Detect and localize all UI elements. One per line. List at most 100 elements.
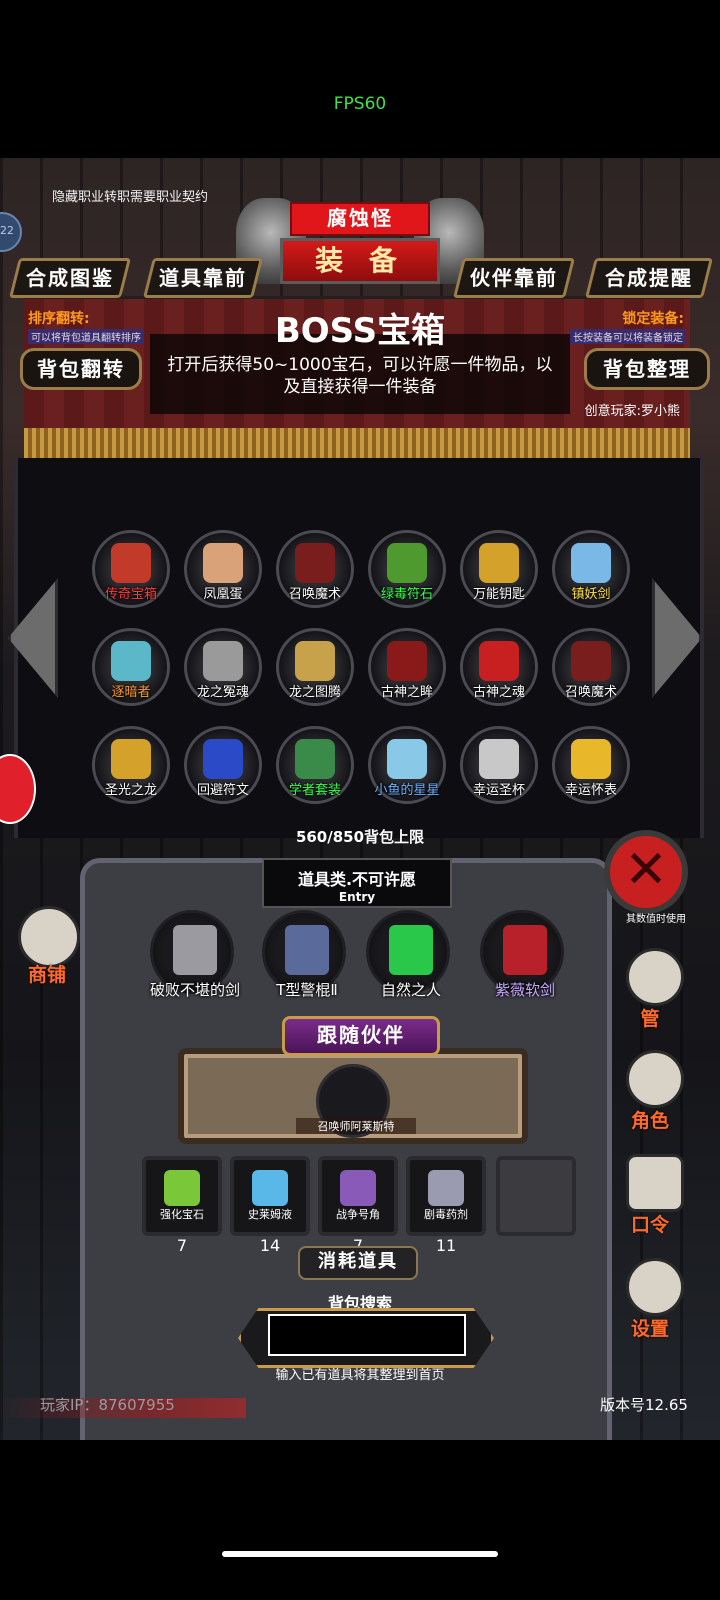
- tab-partners-first[interactable]: 伙伴靠前: [453, 258, 575, 298]
- tab-synthesis-guide[interactable]: 合成图鉴: [9, 258, 131, 298]
- item-label: 镇妖剑: [571, 587, 611, 602]
- category-text: 道具类.不可许愿: [297, 870, 417, 889]
- equipment-icon: [173, 925, 217, 975]
- bag-tidy-button[interactable]: 背包整理: [584, 348, 710, 390]
- inventory-slot[interactable]: 学者套装: [276, 726, 354, 804]
- inventory-slot[interactable]: 幸运圣杯: [460, 726, 538, 804]
- lock-equip-hint: 长按装备可以将装备锁定: [570, 329, 686, 344]
- category-subtext: Entry: [338, 890, 376, 904]
- item-icon: [571, 641, 611, 681]
- consumable-slot[interactable]: 强化宝石: [142, 1156, 222, 1236]
- tab-items-first[interactable]: 道具靠前: [143, 258, 263, 298]
- menu-character[interactable]: 角色: [620, 1050, 690, 1140]
- equipment-slot[interactable]: 自然之人: [366, 910, 450, 999]
- lock-equip-label: 锁定装备:: [622, 311, 684, 327]
- equipment-icon: [503, 925, 547, 975]
- item-icon: [571, 739, 611, 779]
- equipment-slot[interactable]: 紫薇软剑: [480, 910, 564, 999]
- consumable-slot-empty[interactable]: [496, 1156, 576, 1236]
- inventory-slot[interactable]: 幸运怀表: [552, 726, 630, 804]
- inventory-slot[interactable]: 绿毒符石: [368, 530, 446, 608]
- side-badge[interactable]: 22: [0, 212, 22, 252]
- equipment-icon: [389, 925, 433, 975]
- consumable-label: 剧毒药剂: [424, 1208, 468, 1221]
- inventory-slot[interactable]: 龙之图腾: [276, 628, 354, 706]
- item-label: 古神之魂: [472, 685, 525, 700]
- consumable-icon: [252, 1170, 288, 1206]
- item-icon: [479, 641, 519, 681]
- item-icon: [295, 739, 335, 779]
- item-icon: [295, 543, 335, 583]
- consumable-label: 史莱姆液: [248, 1208, 292, 1221]
- equipment-slot[interactable]: 破败不堪的剑: [150, 910, 240, 999]
- consumable-icon: [340, 1170, 376, 1206]
- equipment-icon: [285, 925, 329, 975]
- close-button[interactable]: ✕: [604, 830, 688, 914]
- item-icon: [203, 739, 243, 779]
- item-icon: [203, 641, 243, 681]
- item-title: BOSS宝箱: [274, 311, 446, 351]
- item-label: 逐暗者: [111, 685, 151, 700]
- item-label: 凤凰蛋: [203, 587, 243, 602]
- inventory-slot[interactable]: 龙之冤魂: [184, 628, 262, 706]
- item-label: 绿毒符石: [380, 587, 433, 602]
- menu-manage[interactable]: 管: [620, 948, 690, 1038]
- item-label: 传奇宝箱: [104, 587, 157, 602]
- equipment-label: 自然之人: [380, 981, 441, 999]
- consumable-label: 强化宝石: [160, 1208, 204, 1221]
- consumable-count: 11: [435, 1236, 457, 1255]
- item-icon: [111, 641, 151, 681]
- inventory-slot[interactable]: 回避符文: [184, 726, 262, 804]
- item-icon: [479, 543, 519, 583]
- inventory-slot[interactable]: 凤凰蛋: [184, 530, 262, 608]
- menu-code[interactable]: 口令: [620, 1154, 690, 1244]
- consumable-count: 7: [176, 1236, 188, 1255]
- consumable-slot[interactable]: 剧毒药剂: [406, 1156, 486, 1236]
- item-label: 召唤魔术: [288, 587, 341, 602]
- bag-flip-button[interactable]: 背包翻转: [20, 348, 142, 390]
- inventory-slot[interactable]: 传奇宝箱: [92, 530, 170, 608]
- consumable-label: 战争号角: [336, 1208, 380, 1221]
- item-icon: [111, 739, 151, 779]
- consumable-slot[interactable]: 战争号角: [318, 1156, 398, 1236]
- item-icon: [387, 739, 427, 779]
- consumable-icon: [428, 1170, 464, 1206]
- inventory-slot[interactable]: 召唤魔术: [276, 530, 354, 608]
- item-icon: [479, 739, 519, 779]
- shop-label: 商铺: [28, 964, 67, 986]
- item-label: 回避符文: [196, 783, 249, 798]
- rate-text: 其数值时使用: [626, 914, 686, 925]
- dice-icon: [626, 948, 684, 1006]
- shop-icon[interactable]: [18, 906, 80, 968]
- hint-text: 隐藏职业转职需要职业契约: [52, 190, 209, 205]
- consumable-icon: [164, 1170, 200, 1206]
- home-indicator[interactable]: [222, 1551, 498, 1557]
- inventory-slot[interactable]: 古神之魂: [460, 628, 538, 706]
- item-description: 打开后获得50~1000宝石，可以许愿一件物品，以及直接获得一件装备: [167, 355, 553, 397]
- item-icon: [203, 543, 243, 583]
- bag-capacity: 560/850背包上限: [295, 828, 425, 846]
- bag-search-hint: 输入已有道具将其整理到首页: [275, 1368, 445, 1383]
- item-label: 龙之图腾: [288, 685, 341, 700]
- inventory-slot[interactable]: 古神之眸: [368, 628, 446, 706]
- item-label: 幸运怀表: [564, 783, 617, 798]
- version-number: 版本号12.65: [600, 1396, 688, 1414]
- inventory-slot[interactable]: 万能钥匙: [460, 530, 538, 608]
- item-icon: [111, 543, 151, 583]
- inventory-slot[interactable]: 圣光之龙: [92, 726, 170, 804]
- hooded-figure-icon: [626, 1050, 684, 1108]
- bag-search-input[interactable]: [268, 1314, 466, 1356]
- equipment-slot[interactable]: T型警棍Ⅱ: [262, 910, 346, 999]
- item-icon: [387, 641, 427, 681]
- follow-partner-title: 跟随伙伴: [282, 1016, 440, 1056]
- inventory-slot[interactable]: 逐暗者: [92, 628, 170, 706]
- inventory-slot[interactable]: 镇妖剑: [552, 530, 630, 608]
- tab-synthesis-reminder[interactable]: 合成提醒: [585, 258, 713, 298]
- item-label: 龙之冤魂: [196, 685, 249, 700]
- item-label: 学者套装: [288, 783, 341, 798]
- consumable-slot[interactable]: 史莱姆液: [230, 1156, 310, 1236]
- menu-settings[interactable]: 设置: [620, 1258, 690, 1348]
- creator-credit: 创意玩家:罗小熊: [584, 404, 680, 419]
- inventory-slot[interactable]: 召唤魔术: [552, 628, 630, 706]
- inventory-slot[interactable]: 小鱼的星星: [368, 726, 446, 804]
